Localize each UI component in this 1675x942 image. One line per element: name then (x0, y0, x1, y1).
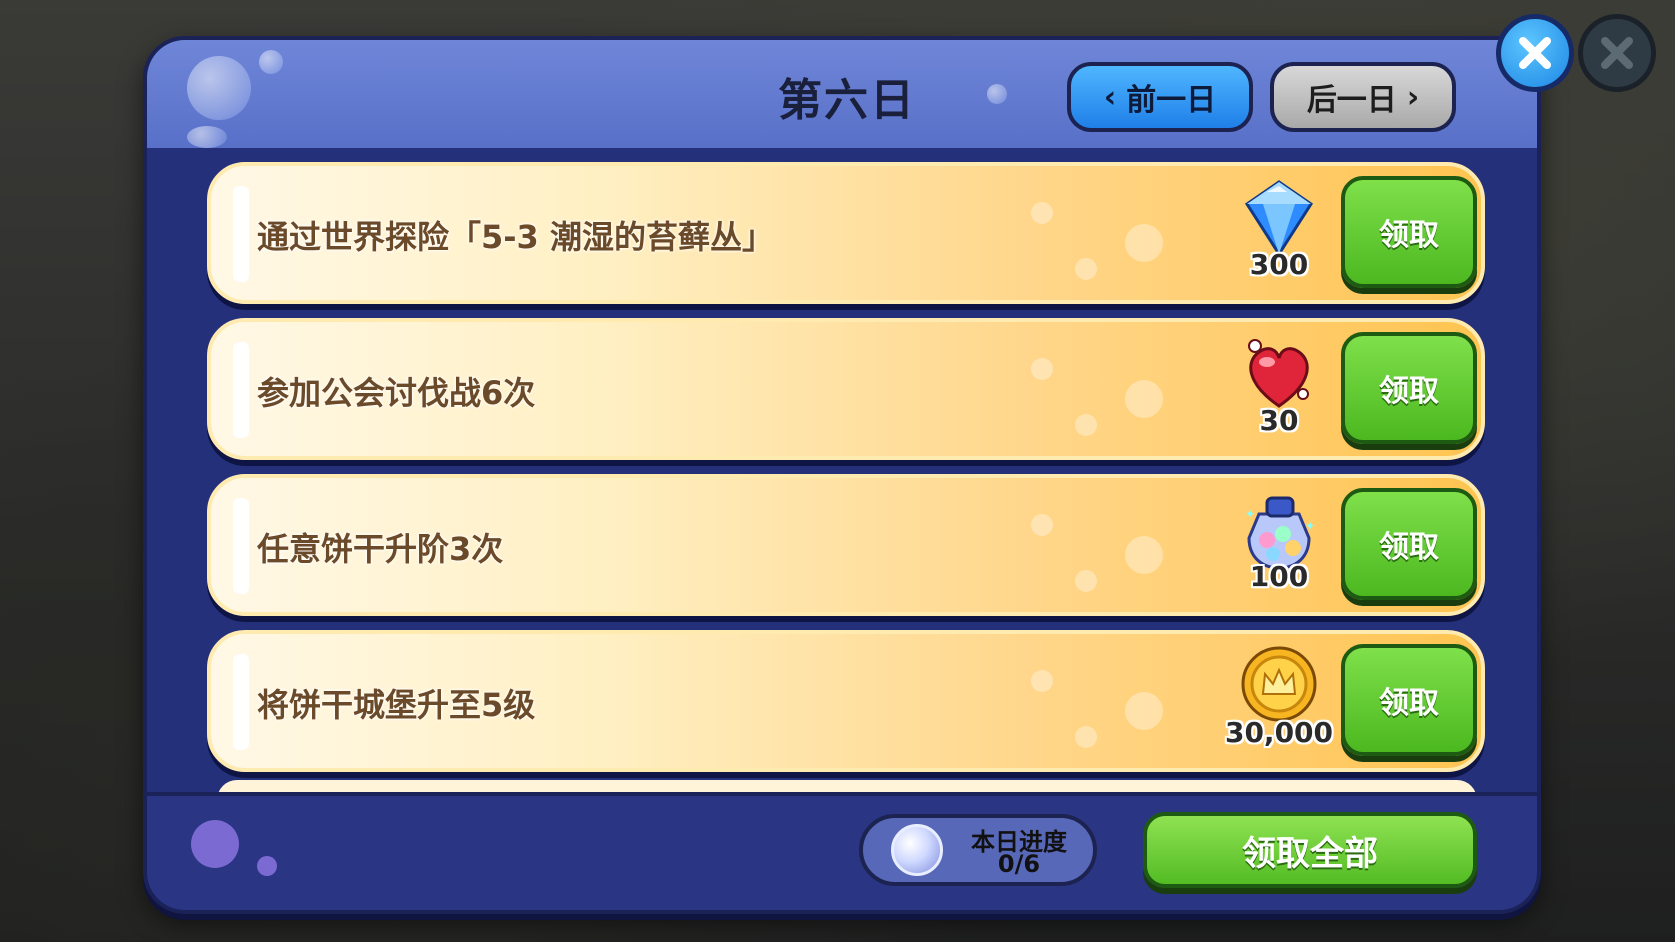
claim-button[interactable]: 领取 (1341, 176, 1477, 288)
daily-mission-dialog: 第六日 ‹ 前一日 后一日 › 通过世界探险「5-3 潮湿的苔藓丛」 300 领… (143, 36, 1541, 914)
dialog-footer: 本日进度 0/6 领取全部 (147, 792, 1537, 910)
decor-sparkle (1031, 514, 1053, 536)
reward-amount: 30 (1259, 404, 1299, 437)
claim-button[interactable]: 领取 (1341, 488, 1477, 600)
chevron-left-icon: ‹ (1103, 79, 1117, 115)
close-icon (1519, 37, 1551, 69)
mission-text: 任意饼干升阶3次 (257, 530, 504, 568)
reward-item: ✦ ✦ 100 (1219, 488, 1339, 610)
mission-text: 将饼干城堡升至5级 (257, 686, 536, 724)
decor-sparkle (1125, 536, 1163, 574)
claim-all-button[interactable]: 领取全部 (1143, 812, 1477, 888)
next-day-label: 后一日 (1306, 83, 1397, 118)
decor-sparkle (1125, 224, 1163, 262)
row-stripe (233, 186, 249, 282)
mission-row: 参加公会讨伐战6次 30 领取 (207, 318, 1485, 460)
decor-dot (257, 856, 277, 876)
decor-bubble (187, 126, 227, 148)
decor-sparkle (1031, 358, 1053, 380)
decor-sparkle (1075, 414, 1097, 436)
row-stripe (233, 498, 249, 594)
reward-item: 30,000 (1219, 644, 1339, 766)
page-title: 第六日 (778, 75, 916, 126)
progress-orb-icon (891, 824, 943, 876)
decor-sparkle (1075, 570, 1097, 592)
claim-button[interactable]: 领取 (1341, 644, 1477, 756)
decor-dot (191, 820, 239, 868)
background-close-button (1578, 14, 1656, 92)
decor-sparkle (1031, 670, 1053, 692)
mission-row: 任意饼干升阶3次 ✦ ✦ 100 领取 (207, 474, 1485, 616)
claim-button[interactable]: 领取 (1341, 332, 1477, 444)
reward-item: 30 (1219, 332, 1339, 454)
svg-text:✦: ✦ (1245, 507, 1255, 521)
mission-row: 将饼干城堡升至5级 30,000 领取 (207, 630, 1485, 772)
reward-amount: 300 (1249, 248, 1309, 281)
decor-sparkle (1075, 258, 1097, 280)
next-day-button[interactable]: 后一日 › (1270, 62, 1456, 132)
mission-row: 通过世界探险「5-3 潮湿的苔藓丛」 300 领取 (207, 162, 1485, 304)
daily-progress: 本日进度 0/6 (859, 814, 1097, 886)
close-button[interactable] (1496, 14, 1574, 92)
decor-sparkle (1125, 692, 1163, 730)
decor-sparkle (1031, 202, 1053, 224)
dialog-header: 第六日 ‹ 前一日 后一日 › (147, 40, 1537, 148)
previous-day-button[interactable]: ‹ 前一日 (1067, 62, 1253, 132)
row-stripe (233, 342, 249, 438)
reward-amount: 100 (1249, 560, 1309, 593)
row-stripe (233, 654, 249, 750)
reward-item: 300 (1219, 176, 1339, 298)
svg-text:✦: ✦ (1305, 519, 1315, 533)
decor-bubble (987, 84, 1007, 104)
reward-amount: 30,000 (1224, 716, 1334, 749)
decor-sparkle (1075, 726, 1097, 748)
close-icon (1601, 37, 1633, 69)
decor-sparkle (1125, 380, 1163, 418)
progress-value: 0/6 (997, 850, 1041, 878)
mission-text: 通过世界探险「5-3 潮湿的苔藓丛」 (257, 218, 774, 256)
decor-bubble (259, 50, 283, 74)
decor-bubble (187, 56, 251, 120)
previous-day-label: 前一日 (1126, 83, 1217, 118)
mission-text: 参加公会讨伐战6次 (257, 374, 536, 412)
chevron-right-icon: › (1406, 79, 1420, 115)
